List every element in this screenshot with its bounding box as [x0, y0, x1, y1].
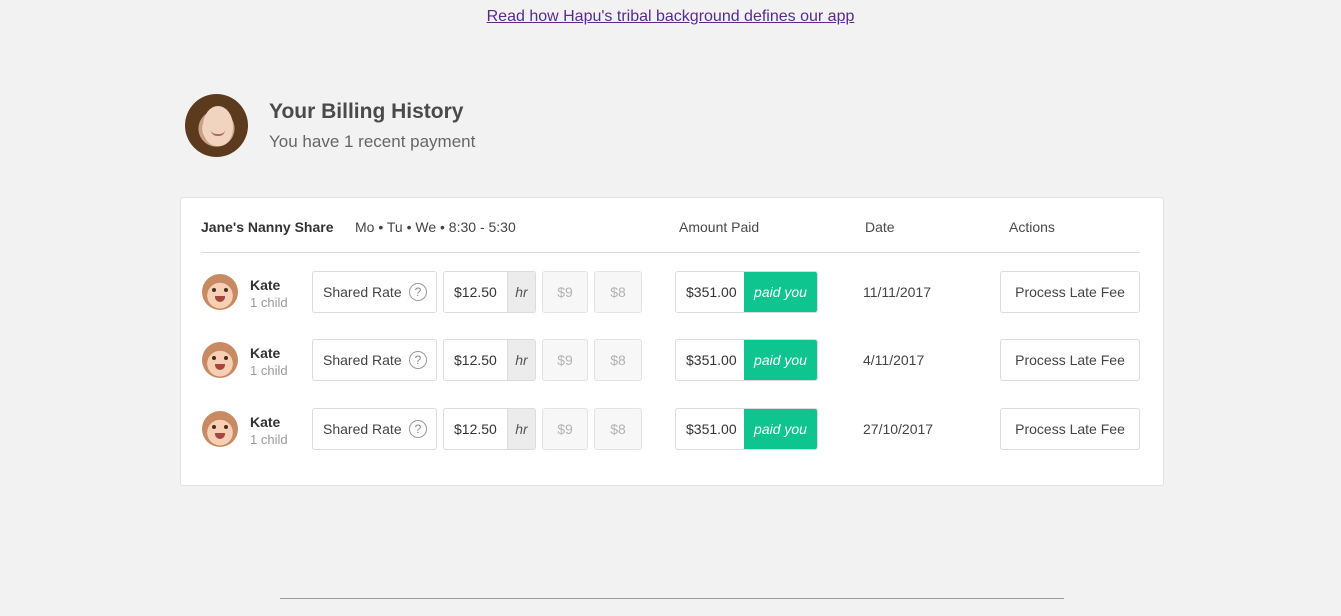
hourly-price-input[interactable]: $12.50 hr [443, 339, 536, 381]
rate-type-select[interactable]: Shared Rate ? [312, 408, 437, 450]
avatar-mouth [215, 296, 225, 302]
avatar-eye [212, 288, 216, 292]
child-count: 1 child [250, 295, 288, 310]
amount-paid: $351.00 paid you [675, 271, 818, 313]
hourly-price-value: $12.50 [454, 352, 497, 368]
billing-header: Your Billing History You have 1 recent p… [185, 94, 475, 157]
alt-price-1[interactable]: $9 [542, 339, 588, 381]
amount-paid: $351.00 paid you [675, 339, 818, 381]
tribal-background-link[interactable]: Read how Hapu's tribal background define… [487, 8, 855, 25]
alt-price-1[interactable]: $9 [542, 271, 588, 313]
rate-type-select[interactable]: Shared Rate ? [312, 271, 437, 313]
child-name: Kate [250, 345, 281, 361]
help-icon[interactable]: ? [409, 283, 427, 301]
title-block: Your Billing History You have 1 recent p… [269, 100, 475, 152]
paid-status-badge: paid you [744, 409, 817, 449]
table-row: Kate 1 child Shared Rate ? $12.50 hr $9 … [181, 407, 1165, 451]
table-row: Kate 1 child Shared Rate ? $12.50 hr $9 … [181, 338, 1165, 382]
avatar-eye [212, 425, 216, 429]
hourly-price-value: $12.50 [454, 421, 497, 437]
tribal-background-link-wrapper: Read how Hapu's tribal background define… [0, 8, 1341, 26]
footer-divider [280, 598, 1064, 599]
hourly-price-value: $12.50 [454, 284, 497, 300]
column-header-actions: Actions [1009, 219, 1055, 235]
user-avatar [185, 94, 248, 157]
page-title: Your Billing History [269, 99, 464, 123]
column-header-amount: Amount Paid [679, 219, 760, 235]
child-name: Kate [250, 277, 281, 293]
amount-value: $351.00 [686, 284, 737, 300]
amount-value: $351.00 [686, 421, 737, 437]
avatar-eye [224, 288, 228, 292]
amount-paid: $351.00 paid you [675, 408, 818, 450]
unit-label: hr [507, 272, 535, 312]
amount-value: $351.00 [686, 352, 737, 368]
schedule: Mo • Tu • We • 8:30 - 5:30 [355, 219, 516, 235]
child-avatar [202, 411, 238, 447]
payment-date: 11/11/2017 [863, 284, 931, 300]
column-header-date: Date [865, 219, 895, 235]
table-row: Kate 1 child Shared Rate ? $12.50 hr $9 … [181, 270, 1165, 314]
rate-type-label: Shared Rate [323, 421, 402, 437]
payment-date: 27/10/2017 [863, 421, 934, 437]
alt-price-1[interactable]: $9 [542, 408, 588, 450]
hourly-price-input[interactable]: $12.50 hr [443, 271, 536, 313]
paid-status-badge: paid you [744, 340, 817, 380]
rate-type-label: Shared Rate [323, 284, 402, 300]
rate-type-select[interactable]: Shared Rate ? [312, 339, 437, 381]
avatar-mouth [215, 433, 225, 439]
page-subtitle: You have 1 recent payment [269, 131, 476, 151]
avatar-eye [224, 356, 228, 360]
alt-price-2[interactable]: $8 [594, 339, 642, 381]
billing-card: Jane's Nanny Share Mo • Tu • We • 8:30 -… [180, 197, 1164, 486]
child-avatar [202, 274, 238, 310]
payment-date: 4/11/2017 [863, 352, 925, 368]
child-count: 1 child [250, 432, 288, 447]
avatar-mouth [215, 364, 225, 370]
help-icon[interactable]: ? [409, 351, 427, 369]
child-count: 1 child [250, 363, 288, 378]
group-name: Jane's Nanny Share [201, 219, 334, 235]
process-late-fee-button[interactable]: Process Late Fee [1000, 271, 1140, 313]
child-name: Kate [250, 414, 281, 430]
alt-price-2[interactable]: $8 [594, 408, 642, 450]
avatar-eye [224, 425, 228, 429]
rate-type-label: Shared Rate [323, 352, 402, 368]
hourly-price-input[interactable]: $12.50 hr [443, 408, 536, 450]
table-header: Jane's Nanny Share Mo • Tu • We • 8:30 -… [201, 198, 1140, 253]
help-icon[interactable]: ? [409, 420, 427, 438]
avatar-face [203, 106, 233, 146]
process-late-fee-button[interactable]: Process Late Fee [1000, 339, 1140, 381]
child-avatar [202, 342, 238, 378]
unit-label: hr [507, 409, 535, 449]
alt-price-2[interactable]: $8 [594, 271, 642, 313]
process-late-fee-button[interactable]: Process Late Fee [1000, 408, 1140, 450]
avatar-eye [212, 356, 216, 360]
unit-label: hr [507, 340, 535, 380]
paid-status-badge: paid you [744, 272, 817, 312]
